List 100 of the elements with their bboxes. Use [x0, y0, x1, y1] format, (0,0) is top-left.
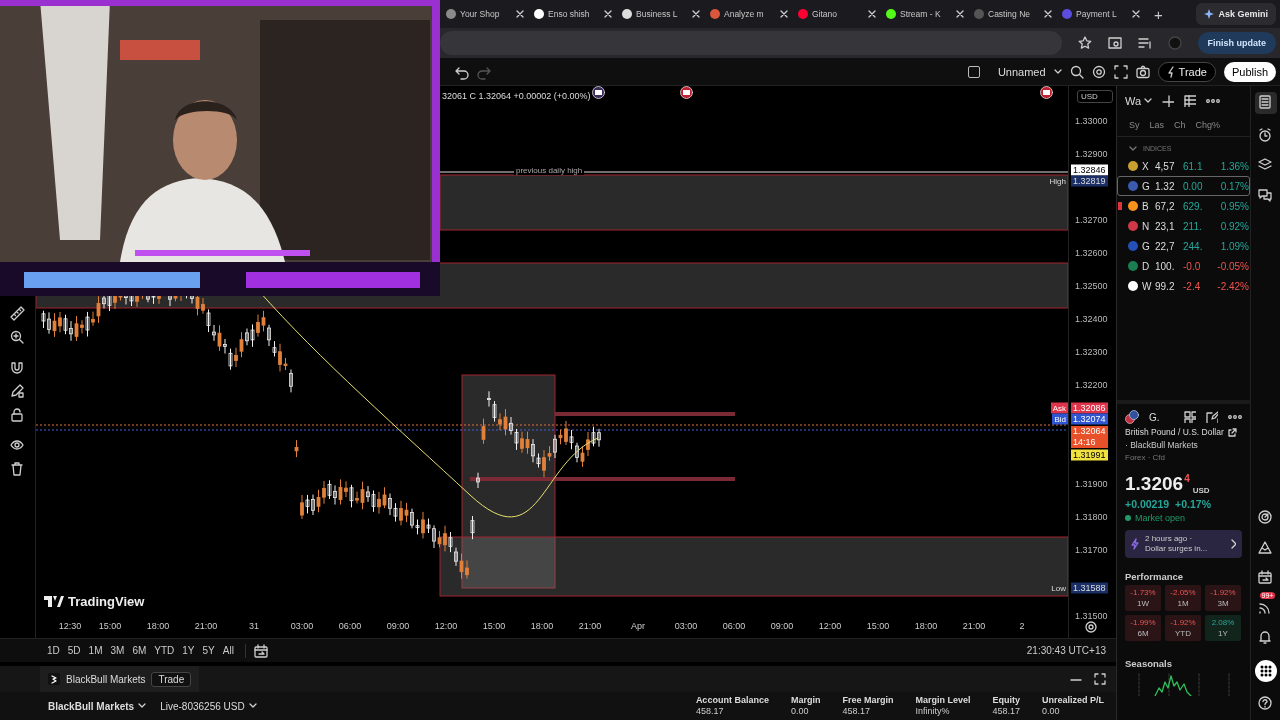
close-icon[interactable] — [516, 10, 524, 18]
alarm-clock-icon[interactable] — [1257, 128, 1274, 144]
watchlist-icon[interactable] — [1257, 95, 1274, 111]
news-card[interactable]: 2 hours ago · Dollar surges in... — [1125, 530, 1242, 558]
price-badge: 1.32074 — [1071, 413, 1108, 425]
browser-tab[interactable]: Enso shish — [528, 0, 616, 28]
plus-icon[interactable] — [1162, 95, 1175, 107]
watchlist-row[interactable]: D 100. -0.0 -0.05% — [1117, 256, 1250, 276]
calendar-icon[interactable] — [253, 643, 268, 658]
watchlist-title[interactable]: Wa — [1125, 95, 1153, 107]
browser-tab[interactable]: Business L — [616, 0, 704, 28]
performance-period: 1W — [1137, 598, 1149, 609]
chat-icon[interactable] — [1257, 188, 1274, 204]
watchlist-cell-text: B — [1142, 200, 1150, 212]
search-icon[interactable] — [1069, 64, 1084, 79]
tradingview-mark-icon — [44, 596, 64, 607]
broker-tab[interactable]: BlackBull Markets Trade — [40, 666, 200, 692]
range-button[interactable]: 5D — [64, 645, 84, 656]
star-icon[interactable] — [1077, 36, 1092, 50]
target-icon[interactable] — [1257, 510, 1274, 526]
performance-tile[interactable]: -1.73% 1W — [1125, 585, 1161, 611]
close-icon[interactable] — [1132, 10, 1140, 18]
fullscreen-icon[interactable] — [1113, 64, 1128, 79]
layout-checkbox[interactable] — [967, 65, 980, 78]
close-icon[interactable] — [692, 10, 700, 18]
range-button[interactable]: YTD — [151, 645, 178, 656]
browser-tab[interactable]: Gitano — [792, 0, 880, 28]
finish-update-button[interactable]: Finish update — [1197, 32, 1276, 54]
column-header[interactable]: Sy — [1129, 120, 1140, 130]
close-icon[interactable] — [1044, 10, 1052, 18]
currency-dropdown[interactable]: USD — [1077, 90, 1113, 103]
publish-button[interactable]: Publish — [1223, 61, 1276, 82]
trash-icon[interactable] — [10, 462, 25, 477]
close-icon[interactable] — [956, 10, 964, 18]
column-header[interactable]: Las — [1149, 120, 1165, 130]
browser-tab[interactable]: Payment L — [1056, 0, 1144, 28]
camera-icon[interactable] — [1135, 64, 1150, 79]
browser-tab[interactable]: Analyze m — [704, 0, 792, 28]
column-header[interactable]: Chg% — [1195, 120, 1221, 130]
external-link-icon[interactable] — [1227, 427, 1237, 437]
close-icon[interactable] — [780, 10, 788, 18]
watchlist-row[interactable]: G 1.32 0.00 0.17% — [1117, 176, 1250, 196]
performance-tile[interactable]: 2.08% 1Y — [1205, 615, 1241, 641]
lens-icon[interactable] — [1107, 36, 1122, 50]
layout-name[interactable]: Unnamed — [997, 65, 1046, 78]
browser-tab[interactable]: Stream - K — [880, 0, 968, 28]
maximize-icon[interactable] — [1094, 673, 1106, 685]
new-tab-button[interactable]: + — [1150, 5, 1167, 23]
table-icon[interactable] — [1184, 95, 1197, 107]
watchlist-row[interactable]: G 22,7 244. 1.09% — [1117, 236, 1250, 256]
column-header[interactable]: Ch — [1174, 120, 1186, 130]
range-button[interactable]: 5Y — [199, 645, 218, 656]
logo-text: TradingView — [68, 594, 145, 609]
performance-tile[interactable]: -2.05% 1M — [1165, 585, 1201, 611]
layout-grid-icon[interactable] — [1184, 411, 1196, 423]
watchlist-row[interactable]: N 23,1 211. 0.92% — [1117, 216, 1250, 236]
time-axis-label: 09:00 — [770, 621, 794, 631]
eye-icon[interactable] — [10, 438, 25, 453]
watchlist-row[interactable]: X 4,57 61.1 1.36% — [1117, 156, 1250, 176]
range-button[interactable]: 1D — [44, 645, 63, 656]
playlist-icon[interactable] — [1137, 36, 1152, 50]
trade-button[interactable]: Trade — [1157, 61, 1216, 82]
performance-tile[interactable]: -1.92% YTD — [1165, 615, 1201, 641]
range-button[interactable]: 6M — [129, 645, 150, 656]
mountain-icon[interactable] — [1257, 540, 1274, 556]
range-button[interactable]: 3M — [107, 645, 128, 656]
trade-button[interactable]: Trade — [151, 671, 192, 687]
apps-button[interactable] — [1254, 660, 1277, 682]
settings-icon[interactable] — [1091, 64, 1106, 79]
price-axis-label: 1.32200 — [1075, 380, 1108, 390]
settings-icon[interactable] — [1085, 621, 1097, 633]
price-badge-label: High — [1048, 175, 1067, 187]
more-icon[interactable] — [1228, 413, 1242, 421]
close-icon[interactable] — [604, 10, 612, 18]
browser-tab[interactable]: Your Shop — [440, 0, 528, 28]
range-button[interactable]: 1M — [85, 645, 106, 656]
range-button[interactable]: 1Y — [179, 645, 198, 656]
watchlist-cell-text: 244. — [1183, 240, 1204, 252]
broker-dropdown[interactable]: BlackBull Markets — [48, 700, 147, 712]
ruler-icon[interactable] — [10, 306, 25, 321]
close-icon[interactable] — [868, 10, 876, 18]
edit-icon[interactable] — [1206, 411, 1218, 423]
magnet-icon[interactable] — [10, 360, 25, 375]
watchlist-row[interactable]: B 67,2 629. 0.95% — [1117, 196, 1250, 216]
ask-gemini-button[interactable]: Ask Gemini — [1196, 3, 1276, 25]
more-icon[interactable] — [1206, 97, 1221, 105]
account-dropdown[interactable]: Live-8036256 USD — [160, 700, 257, 712]
calendar-icon[interactable] — [1257, 570, 1274, 586]
watchlist-row[interactable]: W 99.2 -2.4 -2.42% — [1117, 276, 1250, 296]
performance-tile[interactable]: -1.92% 3M — [1205, 585, 1241, 611]
browser-tab[interactable]: Casting Ne — [968, 0, 1056, 28]
broker-name: BlackBull Markets — [66, 673, 146, 685]
help-icon[interactable] — [1257, 696, 1274, 712]
watchlist-cell-text: 0.95% — [1219, 200, 1249, 212]
pencil-lock-icon[interactable] — [10, 384, 25, 399]
zoom-in-icon[interactable] — [10, 330, 25, 345]
lock-icon[interactable] — [10, 408, 25, 423]
range-button[interactable]: All — [219, 645, 237, 656]
performance-tile[interactable]: -1.99% 6M — [1125, 615, 1161, 641]
price-badge-label: Low — [1050, 582, 1067, 594]
